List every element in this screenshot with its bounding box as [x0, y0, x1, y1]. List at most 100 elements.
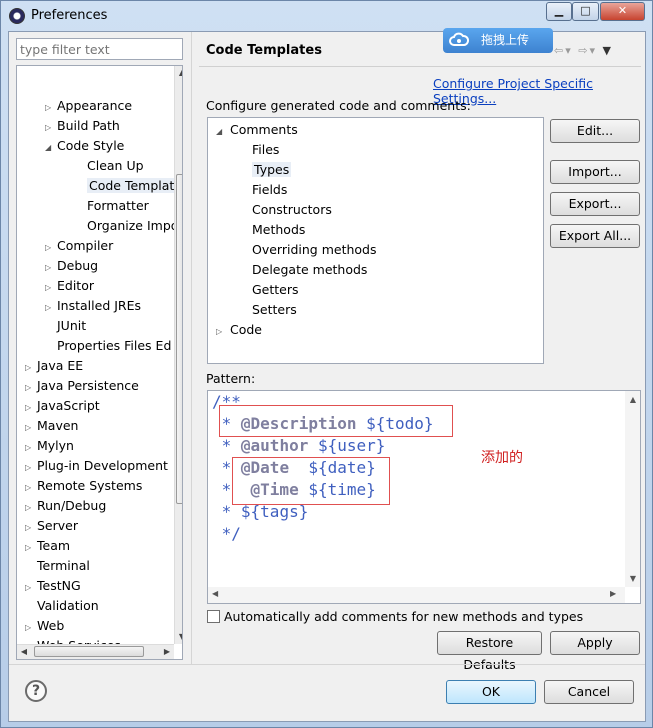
tree-item-label: JavaScript	[37, 398, 100, 413]
tree-item[interactable]: ▷ Plug-in Development	[25, 456, 168, 476]
template-item[interactable]: Types	[244, 160, 292, 180]
tree-item[interactable]: ▷ Team	[25, 536, 70, 556]
template-item[interactable]: ◢ Comments	[216, 120, 298, 140]
export-button[interactable]: Export...	[550, 192, 640, 216]
collapsed-arrow-icon[interactable]: ▷	[25, 518, 37, 538]
help-icon[interactable]: ?	[25, 680, 47, 702]
template-item[interactable]: Delegate methods	[244, 260, 367, 280]
expanded-arrow-icon[interactable]: ◢	[216, 122, 230, 142]
editor-scroll-right-icon[interactable]: ▶	[610, 589, 616, 598]
editor-scroll-down-icon[interactable]: ▼	[625, 574, 640, 583]
auto-comments-checkbox[interactable]	[207, 610, 220, 623]
collapsed-arrow-icon[interactable]: ▷	[45, 238, 57, 258]
auto-comments-label: Automatically add comments for new metho…	[224, 609, 584, 624]
ok-button[interactable]: OK	[446, 680, 536, 704]
tree-item-label: Terminal	[37, 558, 90, 573]
tree-item[interactable]: ▷ Appearance	[45, 96, 132, 116]
tree-item[interactable]: ▷ Web	[25, 616, 64, 636]
collapsed-arrow-icon[interactable]: ▷	[25, 498, 37, 518]
template-item[interactable]: Overriding methods	[244, 240, 376, 260]
restore-defaults-button[interactable]: Restore Defaults	[437, 631, 542, 672]
collapsed-arrow-icon[interactable]: ▷	[25, 438, 37, 458]
collapsed-arrow-icon[interactable]: ▷	[25, 618, 37, 638]
tree-item[interactable]: ▷ JavaScript	[25, 396, 100, 416]
tree-item[interactable]: ▷ Compiler	[45, 236, 113, 256]
tree-item[interactable]: Validation	[25, 596, 99, 616]
editor-vertical-scrollbar[interactable]: ▲ ▼	[625, 391, 640, 587]
collapsed-arrow-icon[interactable]: ▷	[25, 398, 37, 418]
collapsed-arrow-icon[interactable]: ▷	[25, 378, 37, 398]
template-item[interactable]: Getters	[244, 280, 299, 300]
tree-item[interactable]: ▷ Editor	[45, 276, 94, 296]
expanded-arrow-icon[interactable]: ◢	[45, 138, 57, 158]
tree-item[interactable]: Formatter	[75, 196, 149, 216]
tree-hscroll-thumb[interactable]	[34, 646, 144, 657]
collapsed-arrow-icon[interactable]: ▷	[45, 298, 57, 318]
scroll-right-arrow-icon[interactable]: ▶	[160, 645, 174, 659]
view-menu-icon[interactable]: ▼	[603, 44, 613, 57]
back-arrow-icon[interactable]: ⇦▾	[554, 44, 573, 57]
collapsed-arrow-icon[interactable]: ▷	[45, 118, 57, 138]
tree-item[interactable]: ▷ Mylyn	[25, 436, 74, 456]
close-button[interactable]: ✕	[600, 2, 645, 21]
collapsed-arrow-icon[interactable]: ▷	[25, 458, 37, 478]
template-item[interactable]: Constructors	[244, 200, 332, 220]
upload-overlay-badge[interactable]: 拖拽上传	[443, 28, 553, 53]
tree-item[interactable]: ◢ Code Style	[45, 136, 124, 156]
tree-horizontal-scrollbar[interactable]: ◀ ▶	[17, 644, 174, 659]
tree-item[interactable]: Properties Files Ed	[45, 336, 171, 356]
tree-item[interactable]: ▷ Run/Debug	[25, 496, 106, 516]
export-all-button[interactable]: Export All...	[550, 224, 640, 248]
tree-item[interactable]: ▷ Server	[25, 516, 78, 536]
pattern-editor[interactable]: /** * @Description ${todo} * @author ${u…	[207, 390, 641, 604]
scroll-left-arrow-icon[interactable]: ◀	[17, 645, 31, 659]
collapsed-arrow-icon[interactable]: ▷	[45, 278, 57, 298]
scroll-down-arrow-icon[interactable]: ▼	[175, 630, 182, 644]
collapsed-arrow-icon[interactable]: ▷	[25, 538, 37, 558]
editor-scroll-left-icon[interactable]: ◀	[212, 589, 218, 598]
collapsed-arrow-icon[interactable]: ▷	[25, 358, 37, 378]
tree-item[interactable]: Terminal	[25, 556, 90, 576]
scroll-up-arrow-icon[interactable]: ▲	[175, 66, 182, 80]
template-item-label: Setters	[252, 302, 297, 317]
tree-item[interactable]: ▷ Remote Systems	[25, 476, 142, 496]
editor-horizontal-scrollbar[interactable]: ◀ ▶	[208, 587, 625, 603]
tree-item[interactable]: ▷ Installed JREs	[45, 296, 141, 316]
tree-vertical-scrollbar[interactable]: ▲ ▼	[174, 66, 182, 644]
forward-arrow-icon[interactable]: ⇨▾	[578, 44, 597, 57]
collapsed-arrow-icon[interactable]: ▷	[216, 322, 230, 342]
pane-divider[interactable]	[191, 32, 192, 664]
template-item[interactable]: Methods	[244, 220, 305, 240]
title-bar[interactable]: Preferences ▁ □ ✕	[1, 1, 652, 31]
editor-scroll-up-icon[interactable]: ▲	[625, 395, 640, 404]
edit-button[interactable]: Edit...	[550, 119, 640, 143]
tree-item[interactable]: ▷ Debug	[45, 256, 98, 276]
tree-item[interactable]: JUnit	[45, 316, 86, 336]
import-button[interactable]: Import...	[550, 160, 640, 184]
template-item[interactable]: Fields	[244, 180, 287, 200]
configure-label: Configure generated code and comments:	[206, 98, 471, 113]
cancel-button[interactable]: Cancel	[544, 680, 634, 704]
tree-item[interactable]: ▷ Java Persistence	[25, 376, 139, 396]
tree-item[interactable]: ▷ Maven	[25, 416, 78, 436]
tree-item[interactable]: ▷ Build Path	[45, 116, 120, 136]
tree-item[interactable]: ▷ Java EE	[25, 356, 83, 376]
filter-input[interactable]	[16, 38, 183, 60]
tree-item[interactable]: Organize Impo	[75, 216, 178, 236]
tree-item[interactable]: ▷ TestNG	[25, 576, 81, 596]
tree-item[interactable]: Code Template	[75, 176, 182, 196]
template-item[interactable]: ▷ Code	[216, 320, 262, 340]
template-item[interactable]: Setters	[244, 300, 297, 320]
tree-scroll-thumb[interactable]	[176, 174, 182, 504]
collapsed-arrow-icon[interactable]: ▷	[45, 98, 57, 118]
tree-item[interactable]: Clean Up	[75, 156, 144, 176]
collapsed-arrow-icon[interactable]: ▷	[25, 478, 37, 498]
template-item[interactable]: Files	[244, 140, 279, 160]
minimize-button[interactable]: ▁	[546, 2, 572, 21]
collapsed-arrow-icon[interactable]: ▷	[25, 578, 37, 598]
apply-button[interactable]: Apply	[550, 631, 640, 655]
collapsed-arrow-icon[interactable]: ▷	[25, 418, 37, 438]
template-item-label: Files	[252, 142, 280, 157]
collapsed-arrow-icon[interactable]: ▷	[45, 258, 57, 278]
maximize-button[interactable]: □	[572, 2, 599, 21]
